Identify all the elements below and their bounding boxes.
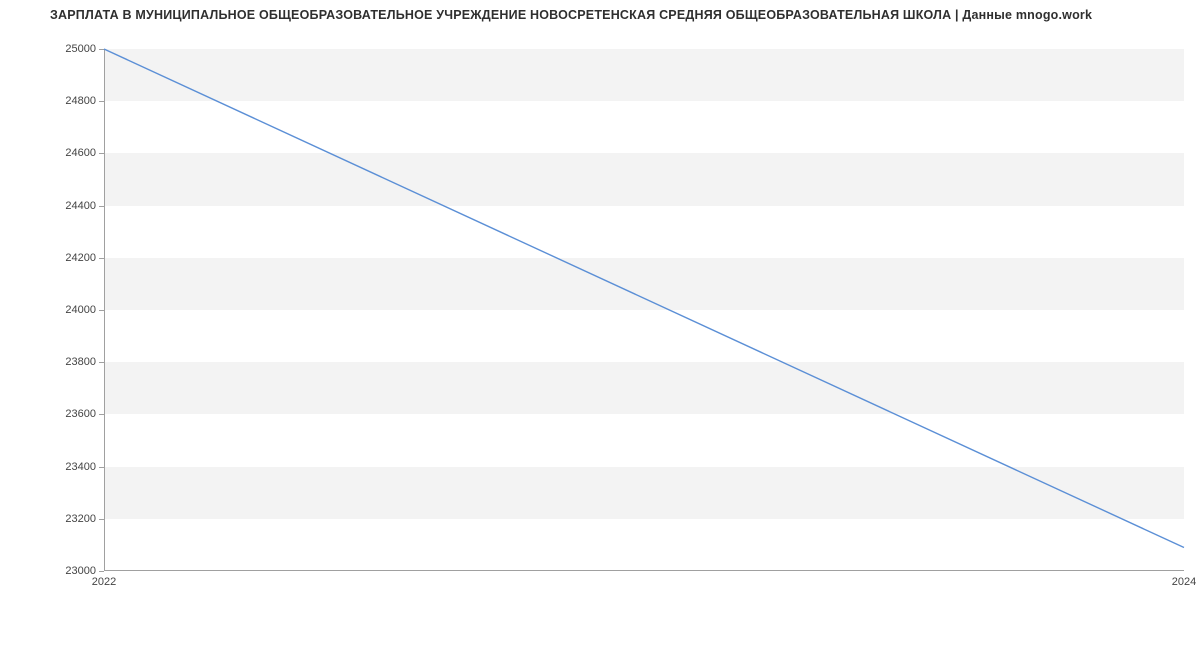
x-tick-label: 2022	[92, 576, 116, 588]
y-tick-label: 24400	[36, 200, 96, 212]
y-tick-label: 23200	[36, 513, 96, 525]
y-tick-label: 24800	[36, 95, 96, 107]
chart-title: ЗАРПЛАТА В МУНИЦИПАЛЬНОЕ ОБЩЕОБРАЗОВАТЕЛ…	[50, 8, 1092, 22]
y-tick-label: 24600	[36, 147, 96, 159]
y-tick-label: 25000	[36, 43, 96, 55]
chart-line-layer	[104, 49, 1184, 571]
y-tick-label: 23800	[36, 356, 96, 368]
x-tick-label: 2024	[1172, 576, 1196, 588]
y-tick-mark	[99, 571, 104, 572]
y-tick-label: 24000	[36, 304, 96, 316]
y-tick-label: 23400	[36, 461, 96, 473]
salary-chart: { "chart_data": { "type": "line", "title…	[0, 0, 1200, 650]
y-tick-label: 23000	[36, 565, 96, 577]
y-tick-label: 24200	[36, 252, 96, 264]
y-tick-label: 23600	[36, 408, 96, 420]
series-line	[104, 49, 1184, 548]
